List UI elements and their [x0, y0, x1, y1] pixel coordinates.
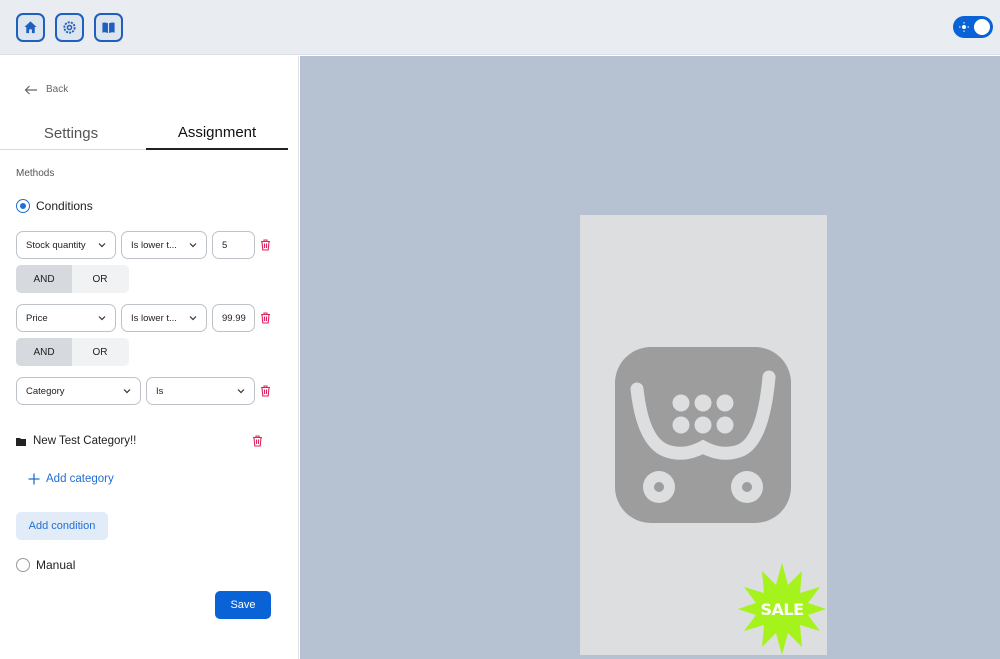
product-preview-card: SALE	[580, 215, 827, 655]
add-category-label: Add category	[46, 473, 114, 485]
toggle-knob	[974, 19, 990, 35]
condition-1-field-select[interactable]: Stock quantity	[16, 231, 116, 259]
chevron-down-icon	[98, 316, 106, 321]
chevron-down-icon	[98, 243, 106, 248]
category-name: New Test Category!!	[33, 435, 137, 447]
back-link[interactable]: Back	[24, 84, 68, 95]
tab-assignment[interactable]: Assignment	[146, 117, 288, 150]
condition-1-value-input[interactable]: 5	[212, 231, 255, 259]
condition-2-field-value: Price	[26, 312, 48, 324]
connector-1-toggle: AND OR	[16, 265, 129, 293]
methods-label: Methods	[16, 168, 55, 179]
connector-2-toggle: AND OR	[16, 338, 129, 366]
back-label: Back	[46, 84, 69, 95]
add-condition-button[interactable]: Add condition	[16, 512, 108, 540]
conditions-radio-label: Conditions	[36, 199, 93, 213]
connector-1-and[interactable]: AND	[16, 265, 72, 293]
theme-toggle[interactable]	[953, 16, 993, 38]
connector-1-or[interactable]: OR	[72, 265, 128, 293]
settings-button[interactable]	[55, 13, 84, 42]
condition-2-field-select[interactable]: Price	[16, 304, 116, 332]
tab-settings[interactable]: Settings	[0, 117, 142, 150]
delete-condition-3-trash-icon[interactable]	[260, 385, 271, 397]
category-list-item: New Test Category!!	[16, 435, 136, 447]
preview-canvas: SALE	[300, 56, 1000, 659]
condition-2-value-input[interactable]: 99.99	[212, 304, 255, 332]
chevron-down-icon	[189, 316, 197, 321]
gear-icon	[63, 21, 76, 34]
chevron-down-icon	[189, 243, 197, 248]
sale-badge-text: SALE	[760, 599, 804, 619]
conditions-radio[interactable]	[16, 199, 30, 213]
delete-category-trash-icon[interactable]	[252, 435, 263, 447]
condition-3-operator-select[interactable]: Is	[146, 377, 255, 405]
sidebar: Back Settings Assignment Methods Conditi…	[0, 56, 299, 659]
book-icon	[102, 22, 115, 34]
condition-2-operator-select[interactable]: Is lower t...	[121, 304, 207, 332]
delete-condition-2-trash-icon[interactable]	[260, 312, 271, 324]
manual-radio-label: Manual	[36, 558, 76, 572]
condition-2-operator-value: Is lower t...	[131, 312, 177, 324]
tab-bar: Settings Assignment	[0, 117, 288, 150]
delete-condition-1-trash-icon[interactable]	[260, 239, 271, 251]
docs-button[interactable]	[94, 13, 123, 42]
condition-1-operator-select[interactable]: Is lower t...	[121, 231, 207, 259]
condition-1-field-value: Stock quantity	[26, 239, 86, 251]
condition-3-field-value: Category	[26, 385, 65, 397]
plus-icon	[28, 473, 40, 485]
condition-1-operator-value: Is lower t...	[131, 239, 177, 251]
add-category-link[interactable]: Add category	[28, 473, 114, 485]
condition-1-value: 5	[222, 239, 228, 251]
shopping-cart-logo-icon	[615, 347, 791, 523]
condition-2-value: 99.99	[222, 312, 246, 324]
connector-2-or[interactable]: OR	[72, 338, 128, 366]
connector-2-and[interactable]: AND	[16, 338, 72, 366]
arrow-left-icon	[24, 85, 37, 94]
chevron-down-icon	[237, 389, 245, 394]
top-bar	[0, 0, 1000, 55]
home-button[interactable]	[16, 13, 45, 42]
chevron-down-icon	[123, 389, 131, 394]
condition-3-operator-value: Is	[156, 385, 164, 397]
save-button[interactable]: Save	[215, 591, 271, 619]
home-icon	[24, 21, 37, 34]
folder-icon	[16, 437, 26, 446]
condition-3-field-select[interactable]: Category	[16, 377, 141, 405]
sun-icon	[959, 22, 969, 32]
manual-radio[interactable]	[16, 558, 30, 572]
